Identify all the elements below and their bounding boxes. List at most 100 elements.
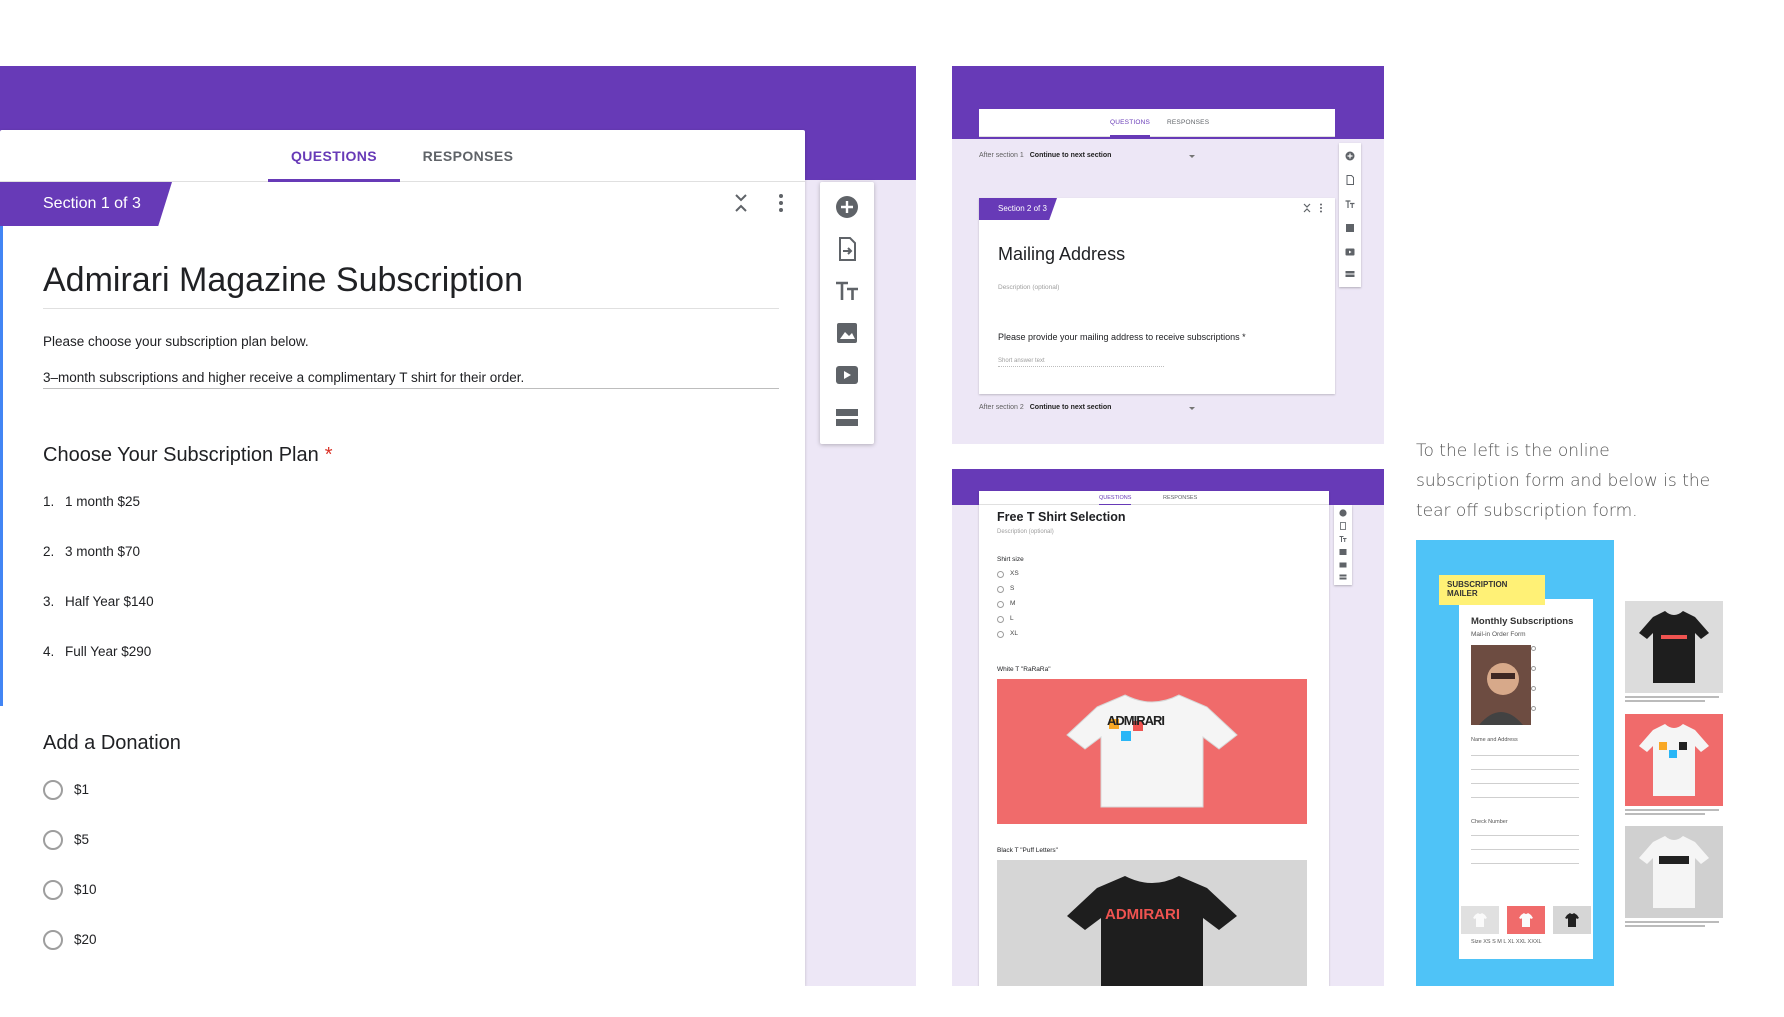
dropdown-caret-icon[interactable] [1189,407,1195,410]
black-tshirt-illustration [1639,611,1709,683]
floating-toolbar [820,182,874,444]
collapse-section-icon[interactable] [732,192,750,214]
radio-button[interactable] [997,616,1004,623]
add-image-icon[interactable] [1345,223,1355,233]
radio-button[interactable] [43,780,63,800]
white-tee-label: White T "RaRaRa" [997,666,1051,673]
add-image-icon[interactable] [1339,548,1347,556]
add-title-icon[interactable] [1345,199,1355,209]
tab-responses[interactable]: RESPONSES [1167,109,1209,137]
mailer-heading: Monthly Subscriptions [1471,616,1574,627]
white-tee-image: ADMIRARI [997,679,1307,824]
add-video-icon[interactable] [1345,247,1355,257]
tshirt-icon [1473,913,1487,927]
black-tee-print-text: ADMIRARI [1105,906,1180,923]
option-label: 3 month $70 [65,544,141,559]
after-section-value: Continue to next section [1029,404,1112,411]
radio-button[interactable] [997,571,1004,578]
add-image-icon[interactable] [834,320,860,346]
dropdown-caret-icon[interactable] [1189,155,1195,158]
white-tshirt-illustration [1639,836,1709,908]
section-focus-accent [0,226,3,706]
section-description-placeholder[interactable]: Description (optional) [998,284,1059,291]
add-section-icon[interactable] [834,404,860,430]
portrait-illustration [1471,645,1531,725]
after-section-1-control[interactable]: After section 1 Continue to next section [979,152,1111,159]
floating-toolbar [1334,505,1352,585]
thumb-white-tee-grey [1625,826,1723,918]
tab-bar: QUESTIONS RESPONSES [0,130,805,182]
radio-button[interactable] [997,631,1004,638]
add-question-icon[interactable] [1339,509,1347,517]
mailer-write-line [1471,835,1579,836]
add-section-icon[interactable] [1339,573,1347,581]
add-title-icon[interactable] [1339,535,1347,543]
tab-responses[interactable]: RESPONSES [402,130,534,182]
tab-questions[interactable]: QUESTIONS [268,130,400,182]
mailer-sizes-line: Size XS S M L XL XXL XXXL [1471,939,1542,945]
import-questions-icon[interactable] [834,236,860,262]
more-options-icon[interactable] [772,192,790,214]
option-label: Half Year $140 [65,594,154,609]
plan-option-2[interactable]: 2. 3 month $70 [43,544,140,559]
tab-responses[interactable]: RESPONSES [1163,491,1197,505]
add-question-icon[interactable] [834,194,860,220]
option-label: Full Year $290 [65,644,152,659]
radio-button[interactable] [43,880,63,900]
mailing-address-panel: QUESTIONS RESPONSES After section 1 Conti… [952,66,1384,444]
radio-button[interactable] [43,930,63,950]
add-title-icon[interactable] [834,278,860,304]
text-placeholder-line [1625,813,1705,815]
radio-button[interactable] [997,601,1004,608]
floating-toolbar [1339,143,1361,287]
mailer-plan-option [1531,705,1587,711]
radio-label: $20 [74,932,97,947]
collapse-section-icon[interactable] [1303,203,1311,213]
section-title[interactable]: Free T Shirt Selection [997,510,1126,524]
mailing-address-question[interactable]: Please provide your mailing address to r… [998,332,1246,342]
plan-option-3[interactable]: 3. Half Year $140 [43,594,154,609]
form-description-line-2[interactable]: 3–month subscriptions and higher receive… [43,370,524,385]
white-tee-print-text: ADMIRARI [1107,713,1165,728]
plan-option-4[interactable]: 4. Full Year $290 [43,644,151,659]
text-placeholder-line [1625,700,1705,702]
import-questions-icon[interactable] [1345,175,1355,185]
add-video-icon[interactable] [1339,561,1347,569]
radio-button[interactable] [43,830,63,850]
after-section-label: After section 2 [979,404,1024,411]
more-options-icon[interactable] [1319,203,1323,213]
tab-questions[interactable]: QUESTIONS [1099,491,1132,505]
section-badge: Section 2 of 3 [979,198,1057,220]
mailer-plan-option [1531,685,1587,691]
required-asterisk: * [324,444,333,466]
section-2-card: Section 2 of 3 Mailing Address Descripti… [979,198,1335,394]
add-question-icon[interactable] [1345,151,1355,161]
mailer-write-line [1471,783,1579,784]
section-description-placeholder[interactable]: Description (optional) [997,529,1054,535]
radio-label: $5 [74,832,90,847]
after-section-2-control[interactable]: After section 2 Continue to next section [979,404,1111,411]
import-questions-icon[interactable] [1339,522,1347,530]
add-video-icon[interactable] [834,362,860,388]
short-answer-field[interactable]: Short answer text [998,358,1164,367]
shirt-size-question[interactable]: Shirt size [997,556,1024,563]
tshirt-section-card: QUESTIONS RESPONSES Free T Shirt Selecti… [979,491,1329,986]
option-number: 4. [43,644,55,659]
section-title[interactable]: Mailing Address [998,244,1125,265]
plan-option-1[interactable]: 1. 1 month $25 [43,494,140,509]
black-tshirt-illustration [1067,876,1237,986]
section-1: Section 1 of 3 [0,182,805,986]
black-tee-image: ADMIRARI [997,860,1307,986]
form-title[interactable]: Admirari Magazine Subscription [43,258,779,302]
mailer-write-line [1471,863,1579,864]
radio-button[interactable] [997,586,1004,593]
radio-label: L [1010,615,1014,622]
thumb-caption-lines [1625,921,1723,927]
add-section-icon[interactable] [1345,269,1355,279]
form-description-line-1[interactable]: Please choose your subscription plan bel… [43,334,309,349]
radio-label: XL [1010,630,1018,637]
question-donation-title[interactable]: Add a Donation [43,732,181,755]
tab-questions[interactable]: QUESTIONS [1110,109,1151,137]
question-subscription-plan-title[interactable]: Choose Your Subscription Plan * [43,444,333,467]
option-number: 1. [43,494,55,509]
